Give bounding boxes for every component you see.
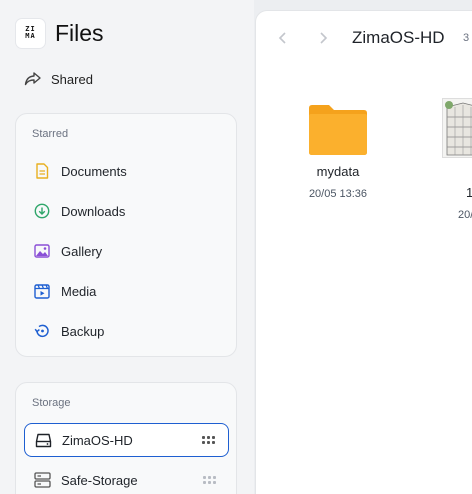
breadcrumb[interactable]: ZimaOS-HD <box>352 28 445 48</box>
storage-item-label: Safe-Storage <box>61 472 138 488</box>
starred-item-documents[interactable]: Documents <box>24 154 229 188</box>
brand: ZI MA Files <box>16 18 104 48</box>
folder-icon <box>309 105 367 155</box>
starred-item-label: Documents <box>61 163 127 179</box>
file-name: mydata <box>316 164 360 179</box>
toolbar: ZimaOS-HD 3 <box>256 11 472 65</box>
starred-item-downloads[interactable]: Downloads <box>24 194 229 228</box>
sidebar: ZI MA Files Shared Starred Documents Dow… <box>0 0 254 494</box>
starred-item-label: Backup <box>61 323 105 339</box>
app-title: Files <box>55 19 104 46</box>
file-date: 20/05 13:36 <box>308 188 368 200</box>
file-browser: ZimaOS-HD 3 mydata 20/05 13:36 16 20/ <box>255 10 472 494</box>
zima-logo: ZI MA <box>16 18 45 48</box>
storage-item-zimaos-hd[interactable]: ZimaOS-HD <box>24 423 229 457</box>
starred-item-label: Media <box>61 283 97 299</box>
starred-title: Starred <box>32 128 69 140</box>
file-item-folder[interactable]: mydata 20/05 13:36 <box>293 104 383 200</box>
starred-section: Starred Documents Downloads Gallery Medi… <box>15 113 237 357</box>
item-count: 3 <box>463 32 470 44</box>
building-image-icon <box>443 99 472 157</box>
download-icon <box>33 202 51 220</box>
backup-icon <box>33 322 51 340</box>
starred-item-gallery[interactable]: Gallery <box>24 234 229 268</box>
forward-arrow-icon[interactable] <box>316 31 330 45</box>
starred-item-backup[interactable]: Backup <box>24 314 229 348</box>
share-icon <box>24 72 41 86</box>
starred-item-label: Downloads <box>61 203 126 219</box>
server-icon <box>33 471 51 489</box>
file-item-image[interactable]: 16 20/ <box>420 177 472 221</box>
document-icon <box>33 162 51 180</box>
shared-link[interactable]: Shared <box>24 68 93 90</box>
image-icon <box>33 242 51 260</box>
storage-title: Storage <box>32 397 71 409</box>
drag-handle-icon[interactable] <box>203 476 216 484</box>
logo-text: ZI MA <box>25 25 36 40</box>
starred-item-label: Gallery <box>61 243 103 259</box>
drive-icon <box>34 431 52 449</box>
back-arrow-icon[interactable] <box>276 31 290 45</box>
storage-section: Storage ZimaOS-HD Safe-Storage <box>15 382 237 494</box>
file-date: 20/ <box>458 209 472 221</box>
file-name: 16 <box>466 185 472 200</box>
starred-item-media[interactable]: Media <box>24 274 229 308</box>
video-icon <box>33 282 51 300</box>
drag-handle-icon[interactable] <box>202 436 215 444</box>
storage-item-safe-storage[interactable]: Safe-Storage <box>24 463 229 494</box>
storage-item-label: ZimaOS-HD <box>62 432 133 448</box>
shared-label: Shared <box>51 71 93 87</box>
image-thumbnail[interactable] <box>442 98 472 158</box>
